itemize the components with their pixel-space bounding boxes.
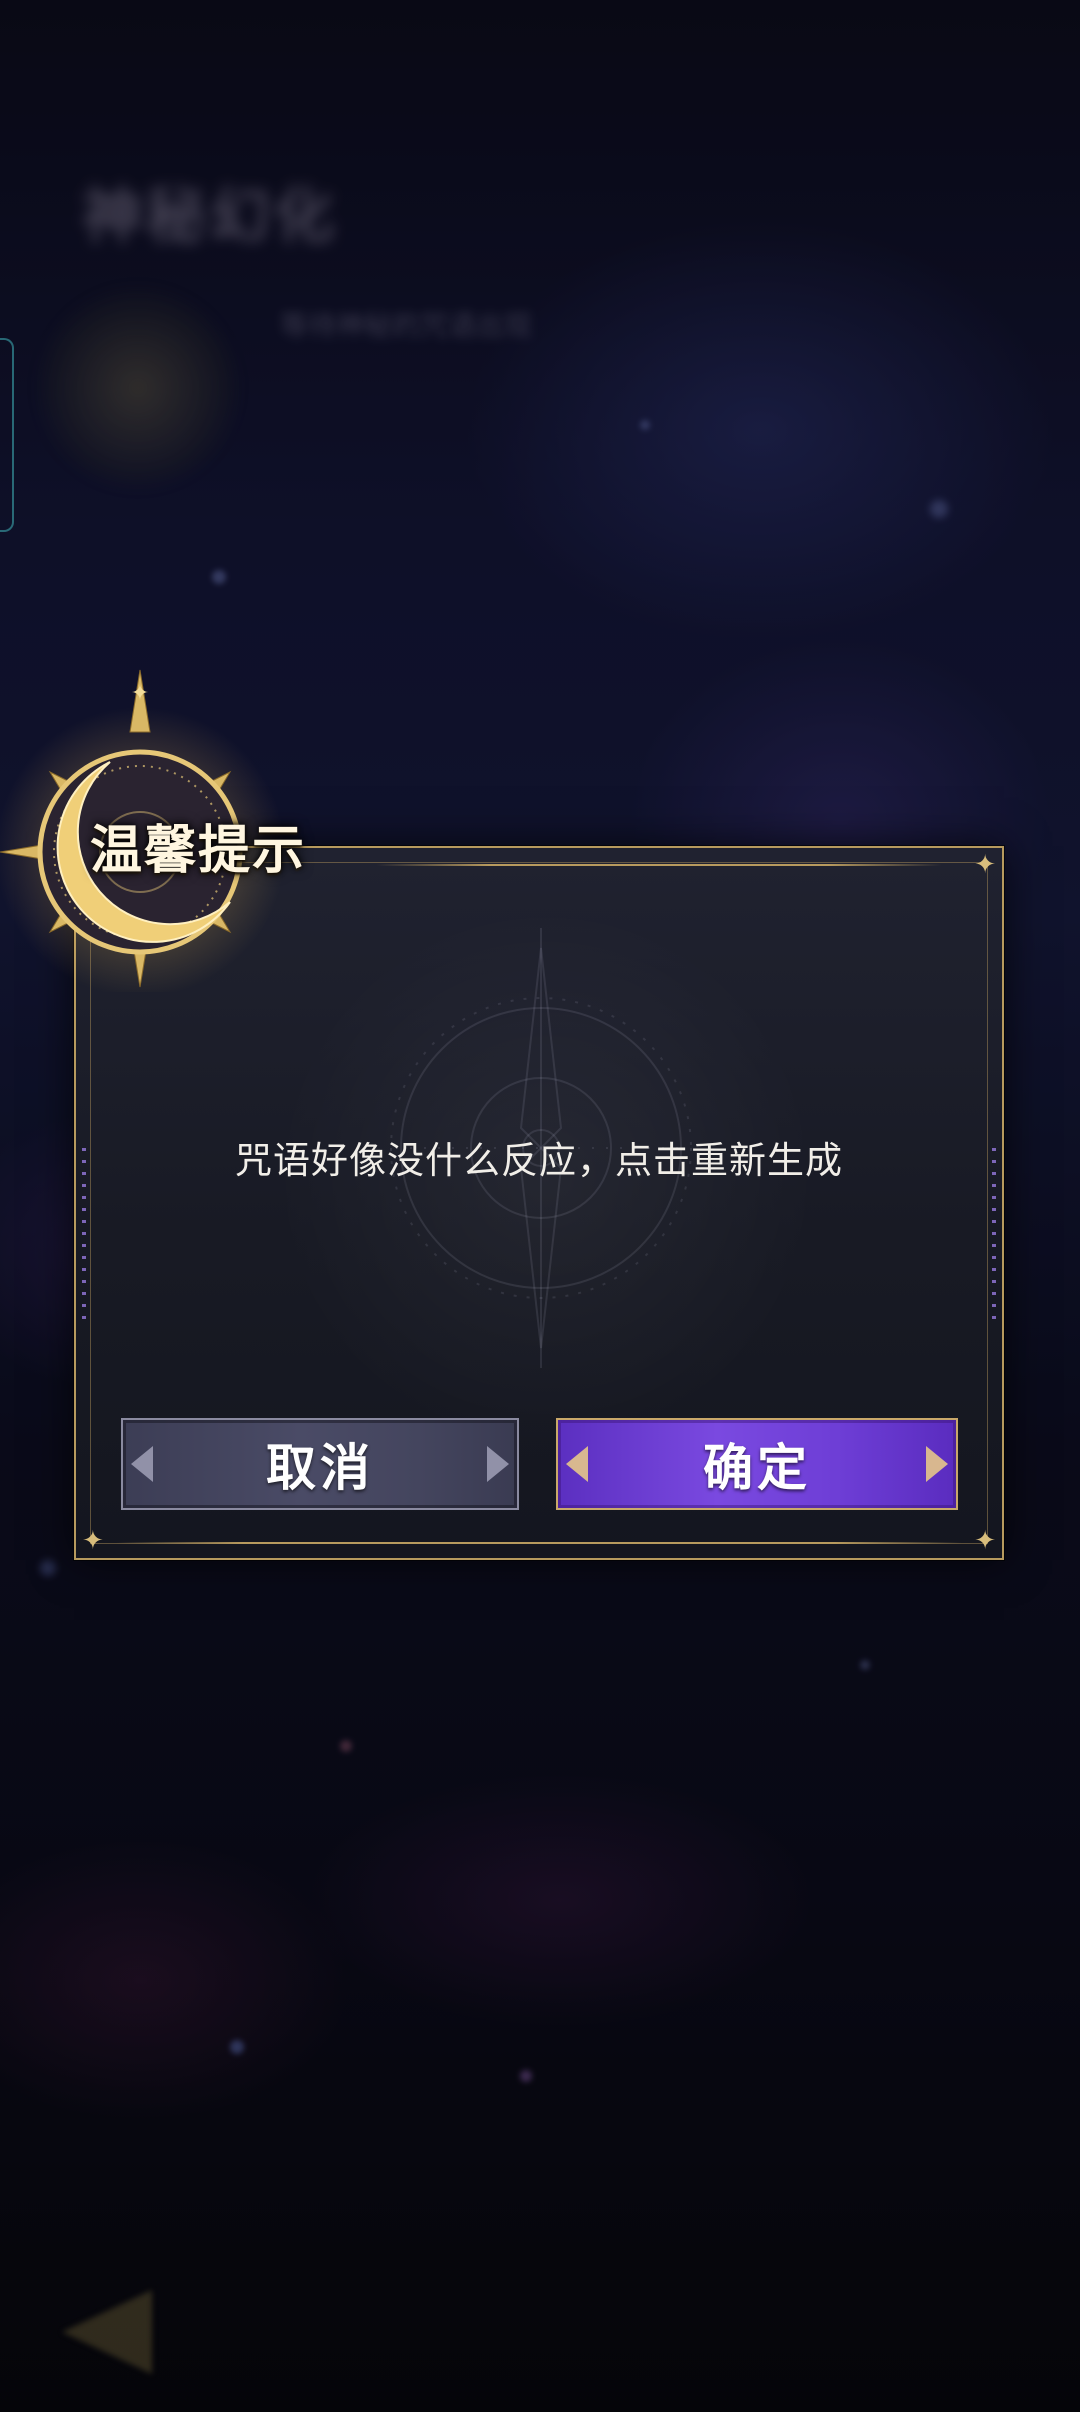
cancel-button-label: 取消	[266, 1438, 374, 1497]
button-ornament-left-icon	[131, 1446, 153, 1482]
button-ornament-left-icon	[566, 1446, 588, 1482]
corner-star-icon: ✦	[974, 850, 996, 880]
dialog-top-divider	[376, 864, 942, 866]
button-ornament-right-icon	[926, 1446, 948, 1482]
confirm-button[interactable]: 确定	[556, 1418, 958, 1510]
corner-star-icon: ✦	[974, 1526, 996, 1556]
dialog-bottom-divider	[116, 1542, 962, 1544]
svg-text:✦: ✦	[131, 681, 149, 706]
button-ornament-right-icon	[487, 1446, 509, 1482]
cancel-button[interactable]: 取消	[121, 1418, 519, 1510]
dialog-title: 温馨提示	[90, 820, 307, 881]
dialog-message: 咒语好像没什么反应，点击重新生成	[235, 1139, 843, 1182]
corner-star-icon: ✦	[82, 1526, 104, 1556]
confirm-button-label: 确定	[703, 1438, 811, 1497]
app-screen: 神秘幻化 等待神秘的咒语出现 ✦ ✦ ✦ ✦ 温馨提示 咒语好像没什么反应，点击…	[0, 0, 1080, 2412]
